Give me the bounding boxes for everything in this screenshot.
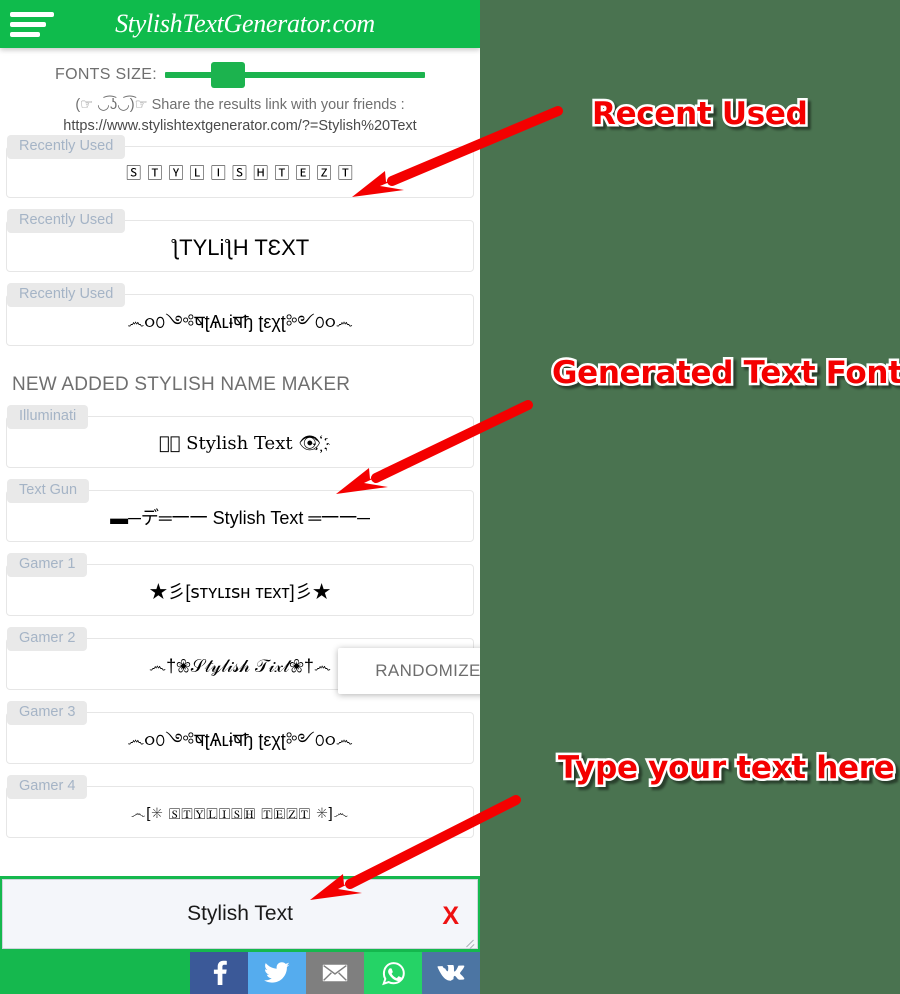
font-row[interactable]: Recently Used ƪTYLiƪH TƐXT [6, 209, 474, 272]
screen-body: FONTS SIZE: (☞ ◡͡ʖ◡͡)☞ Share the results… [0, 48, 480, 876]
font-row-sample: ▬─デ═一一 Stylish Text ═一一─ [110, 508, 370, 528]
share-twitter-button[interactable] [248, 952, 306, 994]
font-row[interactable]: Recently Used 🅂 🅃 🅈 🄻 🄸 🅂 🄷 🅃 🄴 🅉 🅃 [6, 135, 474, 198]
font-row[interactable]: Gamer 3 ෴૦௦༺षʈѦʟɨषђ ʈεχʈ༻௦૦෴ [6, 701, 474, 764]
fontsize-control-row: FONTS SIZE: [0, 48, 480, 94]
site-title: StylishTextGenerator.com [115, 9, 375, 38]
slider-thumb[interactable] [210, 62, 245, 88]
font-row[interactable]: Text Gun ▬─デ═一一 Stylish Text ═一一─ [6, 479, 474, 542]
text-input-bar: Stylish Text X [0, 876, 480, 952]
hamburger-icon[interactable] [10, 11, 54, 37]
hamburger-bar [10, 31, 40, 37]
share-url[interactable]: https://www.stylishtextgenerator.com/?=S… [0, 116, 480, 137]
phone-screenshot-panel: StylishTextGenerator.com FONTS SIZE: (☞ … [0, 0, 480, 994]
app-header: StylishTextGenerator.com [0, 0, 480, 48]
text-input[interactable]: Stylish Text X [2, 879, 478, 949]
annotation-generated-fonts: Generated Text Fonts [550, 353, 900, 394]
font-row-chip: Gamer 2 [7, 627, 88, 651]
fontsize-slider[interactable] [164, 62, 425, 88]
font-row-sample: ★彡[ꜱᴛʏʟɪꜱʜ ᴛᴇхᴛ]彡★ [149, 582, 331, 602]
text-input-value: Stylish Text [187, 902, 293, 925]
font-row[interactable]: Gamer 1 ★彡[ꜱᴛʏʟɪꜱʜ ᴛᴇхᴛ]彡★ [6, 553, 474, 616]
annotation-recent-used: Recent Used [590, 94, 811, 135]
font-row-sample: ƪTYLiƪH TƐXT [170, 235, 310, 260]
clear-icon[interactable]: X [442, 904, 459, 929]
randomize-button[interactable]: RANDOMIZE [338, 648, 480, 694]
social-share-bar [0, 952, 480, 994]
font-row-chip: Illuminati [7, 405, 89, 429]
hamburger-bar [10, 21, 46, 27]
font-row-chip: Recently Used [7, 135, 126, 159]
facebook-icon [213, 960, 227, 985]
font-row-sample: ෴૦௦༺षʈѦʟɨषђ ʈεχʈ༻௦૦෴ [127, 730, 353, 750]
font-row-chip: Recently Used [7, 283, 126, 307]
share-vk-button[interactable] [422, 952, 480, 994]
font-row-sample: ෴૦௦༺षʈѦʟɨषђ ʈεχʈ༻௦૦෴ [127, 312, 353, 332]
share-whatsapp-button[interactable] [364, 952, 422, 994]
font-row-sample: ෴[✳ 🅂🅃🅈🄻🄸🅂🄷 🅃🄴🅉🅃 ✳]෴ [131, 805, 349, 822]
email-icon [322, 964, 348, 982]
name-maker-list: Illuminati 👁҉ Stylish Text 👁҉ Text Gun ▬… [0, 405, 480, 838]
share-email-button[interactable] [306, 952, 364, 994]
slider-track[interactable] [164, 72, 425, 78]
font-row-sample: 👁҉ Stylish Text 👁҉ [158, 433, 322, 454]
font-row-sample: 🅂 🅃 🅈 🄻 🄸 🅂 🄷 🅃 🄴 🅉 🅃 [126, 165, 354, 182]
font-row[interactable]: Gamer 4 ෴[✳ 🅂🅃🅈🄻🄸🅂🄷 🅃🄴🅉🅃 ✳]෴ [6, 775, 474, 838]
share-facebook-button[interactable] [190, 952, 248, 994]
vk-icon [437, 964, 465, 981]
resize-handle[interactable] [465, 937, 475, 947]
font-row[interactable]: Illuminati 👁҉ Stylish Text 👁҉ [6, 405, 474, 468]
font-row[interactable]: Recently Used ෴૦௦༺षʈѦʟɨषђ ʈεχʈ༻௦૦෴ [6, 283, 474, 346]
recently-used-list: Recently Used 🅂 🅃 🅈 🄻 🄸 🅂 🄷 🅃 🄴 🅉 🅃 Rece… [0, 135, 480, 346]
hamburger-bar [10, 11, 54, 17]
font-row-chip: Gamer 3 [7, 701, 88, 725]
font-row-chip: Gamer 1 [7, 553, 88, 577]
font-row-chip: Text Gun [7, 479, 90, 503]
whatsapp-icon [381, 961, 405, 985]
font-row-chip: Recently Used [7, 209, 126, 233]
share-prompt: (☞ ◡͡ʖ◡͡)☞ Share the results link with y… [75, 97, 405, 113]
fontsize-label: FONTS SIZE: [55, 66, 157, 83]
twitter-icon [264, 962, 290, 983]
annotation-type-here: Type your text here [556, 748, 898, 789]
section-title: NEW ADDED STYLISH NAME MAKER [12, 374, 351, 395]
font-row-chip: Gamer 4 [7, 775, 88, 799]
